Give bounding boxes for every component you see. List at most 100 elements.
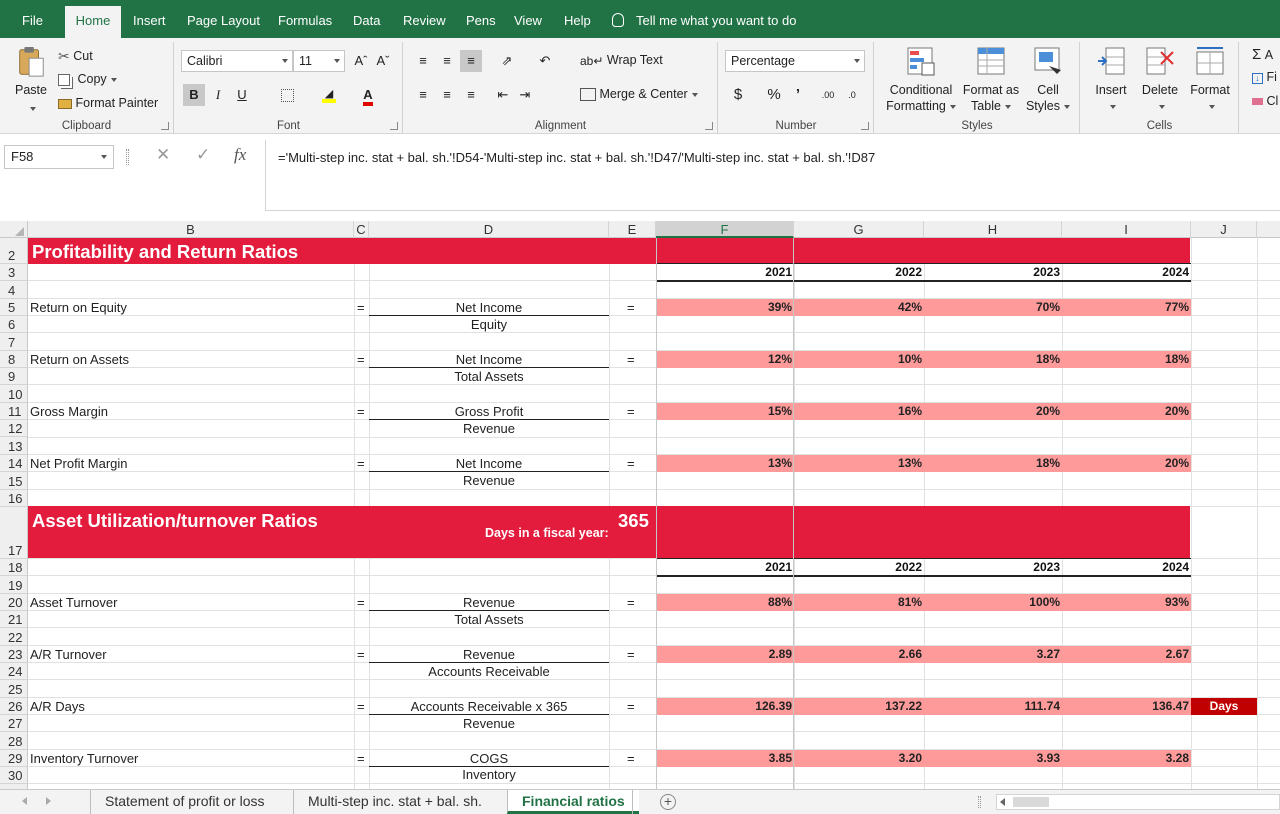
- year-header[interactable]: 2021: [656, 558, 794, 576]
- insert-cells-button[interactable]: Insert: [1087, 46, 1135, 114]
- number-launcher-icon[interactable]: [861, 122, 869, 130]
- ratio-value[interactable]: 12%: [656, 351, 794, 368]
- prev-sheet-icon[interactable]: [22, 797, 27, 805]
- currency-button[interactable]: $: [727, 84, 749, 106]
- copy-button[interactable]: Copy: [58, 72, 117, 86]
- tab-file[interactable]: File: [12, 0, 53, 38]
- text-direction-icon[interactable]: ↶: [534, 50, 556, 72]
- conditional-formatting-button[interactable]: Conditional Formatting: [885, 46, 957, 114]
- next-sheet-icon[interactable]: [46, 797, 51, 805]
- ratio-denominator[interactable]: Total Assets: [369, 611, 609, 628]
- ratio-denominator[interactable]: Revenue: [369, 472, 609, 489]
- ratio-value[interactable]: 126.39: [656, 698, 794, 715]
- wrap-text-button[interactable]: ab↵ Wrap Text: [580, 53, 663, 68]
- tab-page-layout[interactable]: Page Layout: [177, 0, 270, 38]
- italic-button[interactable]: I: [207, 84, 229, 106]
- ratio-value[interactable]: 2.67: [1062, 646, 1191, 663]
- scrollbar-thumb[interactable]: [1013, 797, 1049, 807]
- ratio-denominator[interactable]: Equity: [369, 316, 609, 333]
- worksheet-grid[interactable]: B C D E F G H I J 2 3 4 5 6 7 8 9 10 11 12 13 14 15 16…: [0, 221, 1280, 789]
- year-header[interactable]: 2022: [794, 264, 924, 281]
- decrease-decimal-icon[interactable]: .0: [841, 84, 863, 106]
- format-cells-button[interactable]: Format: [1185, 46, 1235, 114]
- formula-bar-grip[interactable]: [126, 149, 129, 165]
- name-box[interactable]: F58: [4, 145, 114, 169]
- delete-cells-button[interactable]: Delete: [1137, 46, 1183, 114]
- ratio-name[interactable]: Return on Equity: [30, 299, 127, 316]
- ratio-value[interactable]: 137.22: [794, 698, 924, 715]
- ratio-name[interactable]: Return on Assets: [30, 351, 129, 368]
- align-left-icon[interactable]: ≡: [412, 84, 434, 106]
- year-header[interactable]: 2024: [1062, 264, 1191, 281]
- bold-button[interactable]: B: [183, 84, 205, 106]
- section-banner-profitability[interactable]: Profitability and Return Ratios: [28, 238, 1190, 264]
- ratio-value[interactable]: 13%: [656, 455, 794, 472]
- ratio-value[interactable]: 18%: [924, 351, 1062, 368]
- ratio-numerator[interactable]: Gross Profit: [369, 403, 609, 420]
- ratio-denominator[interactable]: Revenue: [369, 715, 609, 732]
- ratio-numerator[interactable]: Net Income: [369, 351, 609, 368]
- font-color-icon[interactable]: A: [357, 84, 379, 106]
- unit-badge[interactable]: Days: [1191, 697, 1257, 716]
- ratio-value[interactable]: 77%: [1062, 299, 1191, 316]
- section-banner-asset-utilization[interactable]: Asset Utilization/turnover Ratios Days i…: [28, 506, 1190, 558]
- tab-help[interactable]: Help: [554, 0, 601, 38]
- font-launcher-icon[interactable]: [390, 122, 398, 130]
- year-header[interactable]: 2022: [794, 558, 924, 576]
- ratio-value[interactable]: 10%: [794, 351, 924, 368]
- clipboard-launcher-icon[interactable]: [161, 122, 169, 130]
- ratio-name[interactable]: Gross Margin: [30, 403, 108, 420]
- tab-split-grip[interactable]: [978, 796, 981, 808]
- ratio-numerator[interactable]: COGS: [369, 750, 609, 767]
- add-sheet-icon[interactable]: +: [660, 794, 676, 810]
- ratio-value[interactable]: 13%: [794, 455, 924, 472]
- tab-insert[interactable]: Insert: [123, 0, 176, 38]
- orientation-icon[interactable]: ⇗: [496, 50, 518, 72]
- formula-input[interactable]: ='Multi-step inc. stat + bal. sh.'!D54-'…: [265, 140, 1280, 211]
- decrease-font-icon[interactable]: Aˇ: [372, 50, 394, 72]
- cancel-icon[interactable]: ✕: [156, 145, 170, 165]
- ratio-value[interactable]: 3.28: [1062, 750, 1191, 767]
- ratio-numerator[interactable]: Accounts Receivable x 365: [369, 698, 609, 715]
- ratio-denominator[interactable]: Accounts Receivable: [369, 663, 609, 680]
- ratio-value[interactable]: 2.66: [794, 646, 924, 663]
- borders-icon[interactable]: [276, 84, 298, 106]
- ratio-denominator[interactable]: Inventory: [369, 767, 609, 782]
- ratio-value[interactable]: 88%: [656, 594, 794, 611]
- format-painter-button[interactable]: Format Painter: [58, 96, 158, 110]
- tell-me-search[interactable]: Tell me what you want to do: [612, 0, 796, 38]
- ratio-value[interactable]: 15%: [656, 403, 794, 420]
- insert-function-icon[interactable]: fx: [234, 145, 246, 165]
- ratio-name[interactable]: A/R Turnover: [30, 646, 107, 663]
- cut-button[interactable]: ✂ Cut: [58, 48, 93, 65]
- ratio-value[interactable]: 18%: [1062, 351, 1191, 368]
- tab-pens[interactable]: Pens: [456, 0, 506, 38]
- tab-data[interactable]: Data: [343, 0, 390, 38]
- number-format-combo[interactable]: Percentage: [725, 50, 865, 72]
- underline-button[interactable]: U: [231, 84, 253, 106]
- font-name-combo[interactable]: Calibri: [181, 50, 293, 72]
- alignment-launcher-icon[interactable]: [705, 122, 713, 130]
- ratio-numerator[interactable]: Revenue: [369, 646, 609, 663]
- fill-button[interactable]: ↓ Fi: [1252, 70, 1277, 84]
- clear-button[interactable]: Cl: [1252, 94, 1278, 108]
- ratio-value[interactable]: 18%: [924, 455, 1062, 472]
- ratio-value[interactable]: 136.47: [1062, 698, 1191, 715]
- ratio-name[interactable]: Inventory Turnover: [30, 750, 138, 767]
- year-header[interactable]: 2023: [924, 558, 1062, 576]
- ratio-value[interactable]: 20%: [924, 403, 1062, 420]
- ratio-value[interactable]: 39%: [656, 299, 794, 316]
- comma-button[interactable]: ’: [787, 84, 809, 106]
- year-header[interactable]: 2021: [656, 264, 794, 281]
- horizontal-scrollbar[interactable]: [996, 794, 1280, 810]
- year-header[interactable]: 2023: [924, 264, 1062, 281]
- ratio-value[interactable]: 100%: [924, 594, 1062, 611]
- cell-styles-button[interactable]: Cell Styles: [1023, 46, 1073, 114]
- align-right-icon[interactable]: ≡: [460, 84, 482, 106]
- ratio-value[interactable]: 20%: [1062, 455, 1191, 472]
- format-as-table-button[interactable]: Format as Table: [961, 46, 1021, 114]
- align-bottom-icon[interactable]: ≡: [460, 50, 482, 72]
- scroll-left-icon[interactable]: [1000, 798, 1005, 806]
- year-header[interactable]: 2024: [1062, 558, 1191, 576]
- font-size-combo[interactable]: 11: [293, 50, 345, 72]
